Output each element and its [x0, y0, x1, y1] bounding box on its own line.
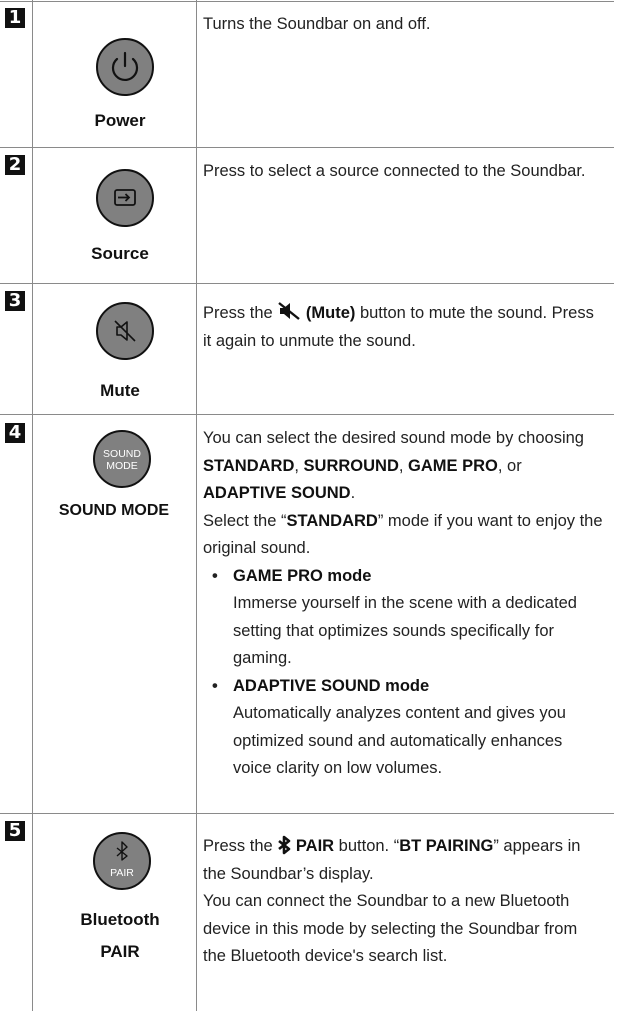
row-number-badge: 3	[5, 291, 25, 311]
sound-mode-description: You can select the desired sound mode by…	[203, 425, 603, 783]
sound-mode-button: SOUND MODE	[93, 430, 151, 488]
mute-button	[96, 302, 154, 360]
row-divider	[0, 1, 614, 2]
pair-paragraph: Press the PAIR button. “BT PAIRING” appe…	[203, 835, 581, 883]
power-button	[96, 38, 154, 96]
bullet-game-pro: • GAME PRO mode Immerse yourself in the …	[203, 563, 603, 673]
source-label: Source	[91, 244, 149, 263]
row-divider	[0, 147, 614, 148]
source-button	[96, 169, 154, 227]
pair-paragraph: You can connect the Soundbar to a new Bl…	[203, 892, 578, 965]
column-divider	[196, 0, 197, 1011]
source-input-icon	[114, 189, 136, 206]
bluetooth-icon	[116, 841, 128, 861]
power-icon	[111, 51, 139, 81]
bullet-text: Immerse yourself in the scene with a ded…	[233, 594, 577, 667]
bullet-title: GAME PRO mode	[233, 566, 372, 585]
mute-term: (Mute)	[305, 304, 356, 322]
row-number-badge: 1	[5, 8, 25, 28]
sound-mode-paragraph: Select the “STANDARD” mode if you want t…	[203, 511, 603, 558]
power-description: Turns the Soundbar on and off.	[203, 11, 603, 39]
bluetooth-icon	[278, 835, 291, 855]
mute-icon	[114, 320, 136, 342]
pair-button-text: PAIR	[110, 867, 134, 879]
sound-mode-text-line: SOUND	[103, 448, 141, 460]
bullet-title: ADAPTIVE SOUND mode	[233, 676, 430, 695]
sound-mode-text-line: MODE	[106, 460, 138, 472]
sound-mode-paragraph: You can select the desired sound mode by…	[203, 429, 584, 502]
mute-description: Press the (Mute) button to mute the soun…	[203, 300, 603, 355]
bluetooth-pair-label: Bluetooth PAIR	[40, 906, 200, 965]
description-text: Press to select a source connected to th…	[203, 162, 586, 180]
row-divider	[0, 414, 614, 415]
description-text: Press the	[203, 304, 278, 322]
bluetooth-pair-button: PAIR	[93, 832, 151, 890]
bullet-dot: •	[212, 566, 218, 585]
row-number-badge: 5	[5, 821, 25, 841]
row-number-badge: 4	[5, 423, 25, 443]
source-description: Press to select a source connected to th…	[203, 158, 603, 186]
description-text: Turns the Soundbar on and off.	[203, 15, 431, 33]
label-line: Bluetooth	[80, 910, 160, 929]
bullet-dot: •	[212, 676, 218, 695]
bluetooth-pair-description: Press the PAIR button. “BT PAIRING” appe…	[203, 833, 603, 971]
label-line: PAIR	[100, 942, 140, 961]
row-divider	[0, 283, 614, 284]
sound-mode-button-text: SOUND MODE	[94, 448, 150, 472]
bullet-text: Automatically analyzes content and gives…	[233, 704, 566, 777]
sound-mode-label: SOUND MODE	[58, 502, 170, 519]
button-description-table: 1 Power Turns the Soundbar on and off. 2…	[0, 0, 622, 1011]
row-number-badge: 2	[5, 155, 25, 175]
power-label: Power	[94, 111, 146, 130]
row-divider	[0, 813, 614, 814]
mute-label: Mute	[100, 381, 140, 400]
mute-icon	[278, 302, 301, 320]
bullet-adaptive-sound: • ADAPTIVE SOUND mode Automatically anal…	[203, 673, 603, 783]
